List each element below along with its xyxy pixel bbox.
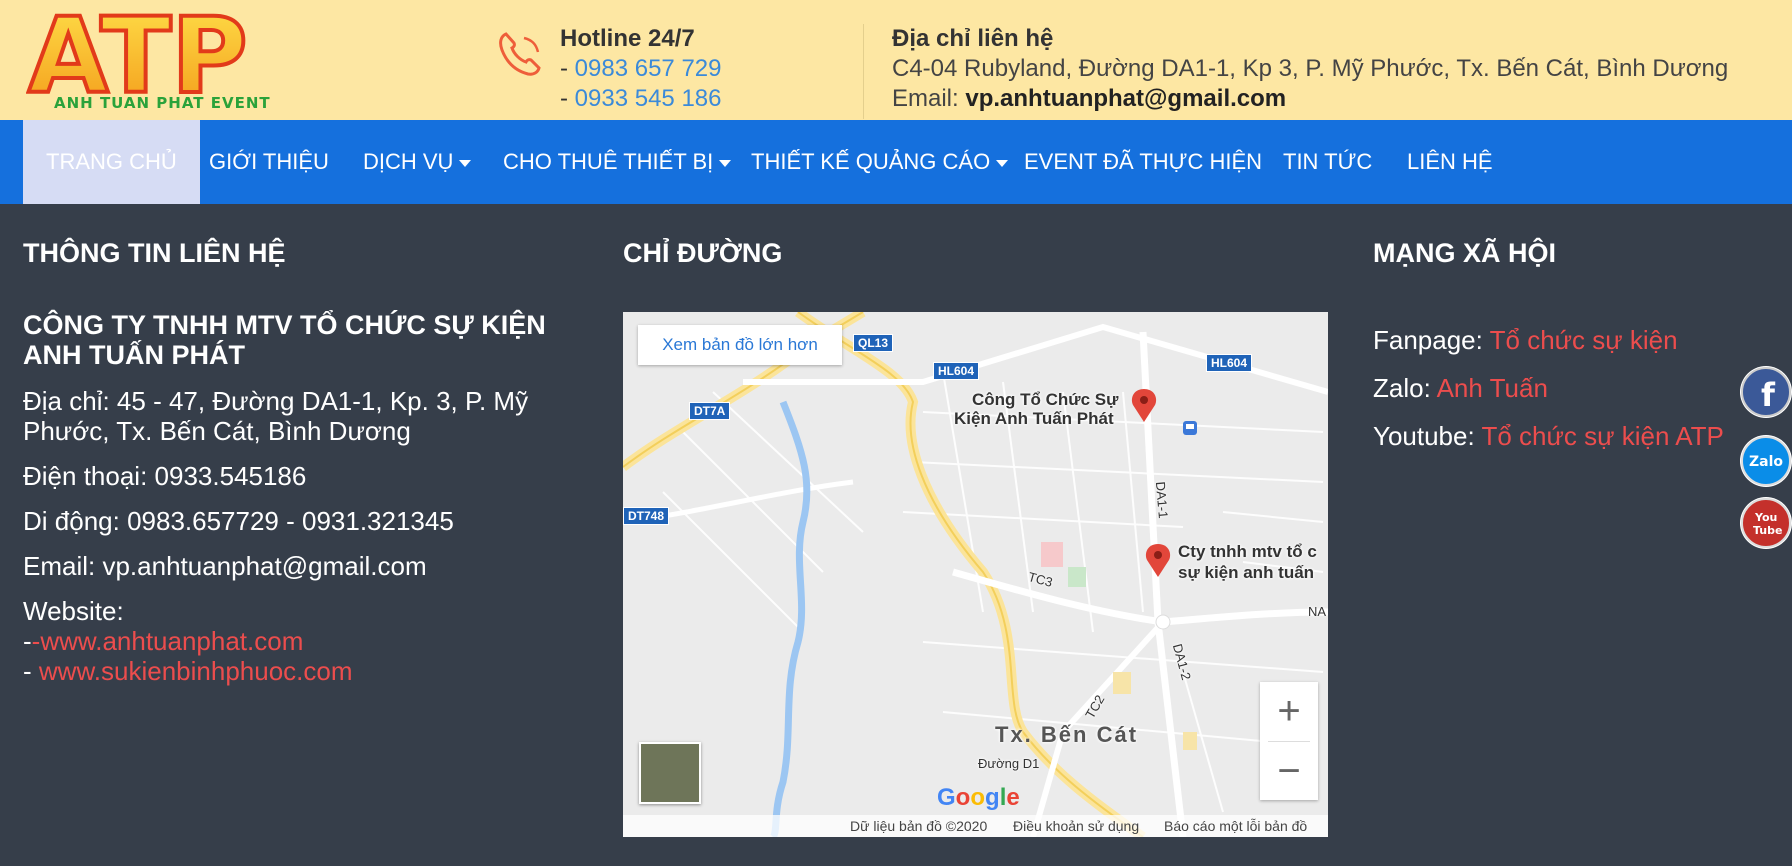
pin2-label-line2: sự kiện anh tuấn — [1178, 563, 1315, 582]
map-attribution: Dữ liệu bản đồ ©2020 Điều khoản sử dụng … — [623, 815, 1328, 837]
nav-services-label: DỊCH VỤ — [363, 149, 454, 174]
website-link-2[interactable]: www.sukienbinhphuoc.com — [39, 656, 353, 686]
website-link-1[interactable]: -www.anhtuanphat.com — [32, 626, 304, 656]
larger-map-button[interactable]: Xem bản đồ lớn hơn — [638, 325, 842, 365]
road-label-da1-1: DA1-1 — [1152, 480, 1172, 519]
top-bar: ATP ANH TUAN PHAT EVENT Hotline 24/7 - 0… — [0, 0, 1792, 120]
zalo-label: Zalo: — [1373, 373, 1437, 403]
google-o2: o — [970, 784, 986, 811]
google-o1: o — [955, 784, 971, 811]
youtube-link[interactable]: Tổ chức sự kiện ATP — [1481, 421, 1723, 451]
nav-equipment-rental[interactable]: CHO THUÊ THIẾT BỊ — [480, 120, 754, 204]
phone-icon — [496, 28, 546, 78]
header-email[interactable]: vp.anhtuanphat@gmail.com — [965, 85, 1286, 112]
road-label-d1: Đường D1 — [978, 756, 1040, 771]
google-e: e — [1006, 784, 1020, 811]
zalo-glyph: Zalo — [1749, 454, 1783, 470]
logo[interactable]: ATP ANH TUAN PHAT EVENT — [26, 0, 270, 120]
youtube-glyph-1: You — [1754, 511, 1777, 524]
google-logo: Google — [937, 784, 1020, 812]
zalo-link[interactable]: Anh Tuấn — [1437, 373, 1548, 403]
hotline-phone-1[interactable]: 0983 657 729 — [575, 55, 722, 82]
contact-phone: Điện thoại: 0933.545186 — [23, 461, 307, 491]
zoom-out-button[interactable]: − — [1260, 742, 1318, 801]
hotline-block: Hotline 24/7 - 0983 657 729 - 0933 545 1… — [560, 25, 722, 112]
nav-home-label: TRANG CHỦ — [46, 149, 177, 174]
nav-about[interactable]: GIỚI THIỆU — [186, 120, 352, 204]
header-address: C4-04 Rubyland, Đường DA1-1, Kp 3, P. Mỹ… — [892, 55, 1729, 82]
youtube-glyph-2: Tube — [1753, 524, 1782, 537]
pin1-label-line1: Công Tổ Chức Sự — [972, 390, 1119, 409]
address-block: Địa chỉ liên hệ C4-04 Rubyland, Đường DA… — [892, 24, 1728, 114]
hotline-title: Hotline 24/7 — [560, 25, 695, 52]
hotline-phone-2[interactable]: 0933 545 186 — [575, 85, 722, 112]
road-badge-ql13: QL13 — [853, 334, 894, 352]
fanpage-link[interactable]: Tổ chức sự kiện — [1490, 325, 1678, 355]
pin2-label-line1: Cty tnhh mtv tổ c — [1178, 542, 1317, 561]
town-label: Tx. Bến Cát — [995, 722, 1139, 747]
contact-email: Email: vp.anhtuanphat@gmail.com — [23, 551, 427, 581]
zalo-float-icon[interactable]: Zalo — [1740, 435, 1792, 487]
contact-mobile: Di động: 0983.657729 - 0931.321345 — [23, 506, 454, 536]
social-title: MẠNG XÃ HỘI — [1373, 238, 1557, 268]
google-g2: g — [985, 784, 1000, 811]
youtube-float-icon[interactable]: You Tube — [1740, 497, 1792, 549]
satellite-toggle[interactable] — [639, 742, 701, 804]
contact-title: THÔNG TIN LIÊN HỆ — [23, 238, 286, 268]
website1-prefix: - — [23, 626, 32, 656]
nav-contact[interactable]: LIÊN HỆ — [1384, 120, 1516, 204]
header-email-label: Email: — [892, 85, 959, 112]
nav-equipment-label: CHO THUÊ THIẾT BỊ — [503, 149, 714, 174]
facebook-float-icon[interactable]: f — [1740, 366, 1792, 418]
nav-news-label: TIN TỨC — [1283, 149, 1373, 174]
road-badge-hl604: HL604 — [933, 362, 980, 380]
nav-events-label: EVENT ĐÃ THỰC HIỆN — [1024, 149, 1263, 174]
chevron-down-icon — [459, 159, 472, 167]
main-nav: TRANG CHỦ GIỚI THIỆU DỊCH VỤ CHO THUÊ TH… — [0, 120, 1792, 204]
road-badge-hl604-2: HL604 — [1206, 354, 1253, 372]
logo-tagline: ANH TUAN PHAT EVENT — [54, 94, 271, 112]
nav-contact-label: LIÊN HỆ — [1407, 149, 1493, 174]
map-data-credit: Dữ liệu bản đồ ©2020 — [850, 818, 988, 834]
facebook-glyph: f — [1761, 376, 1776, 414]
road-badge-dt748: DT748 — [623, 507, 670, 525]
map-report-link[interactable]: Báo cáo một lỗi bản đồ — [1164, 815, 1307, 837]
nav-ad-design[interactable]: THIẾT KẾ QUẢNG CÁO — [728, 120, 1031, 204]
nav-events-done[interactable]: EVENT ĐÃ THỰC HIỆN — [1001, 120, 1285, 204]
nav-ad-design-label: THIẾT KẾ QUẢNG CÁO — [751, 149, 991, 174]
nav-news[interactable]: TIN TỨC — [1260, 120, 1395, 204]
header-divider — [863, 24, 864, 119]
contact-address: Địa chỉ: 45 - 47, Đường DA1-1, Kp. 3, P.… — [23, 386, 529, 446]
road-badge-dt7a: DT7A — [689, 402, 731, 420]
website2-prefix: - — [23, 656, 39, 686]
pin1-label-line2: Kiện Anh Tuấn Phát — [954, 409, 1114, 428]
map-title: CHỈ ĐƯỜNG — [623, 238, 783, 268]
contact-info: CÔNG TY TNHH MTV TỔ CHỨC SỰ KIỆN ANH TUẤ… — [23, 310, 583, 686]
address-title: Địa chỉ liên hệ — [892, 25, 1054, 52]
map-zoom-control: + − — [1260, 682, 1318, 800]
google-g: G — [937, 784, 956, 811]
map-terms-link[interactable]: Điều khoản sử dụng — [1013, 815, 1139, 837]
fanpage-label: Fanpage: — [1373, 325, 1490, 355]
road-label-na: NA — [1308, 604, 1327, 619]
nav-services[interactable]: DỊCH VỤ — [340, 120, 494, 204]
website-label: Website: — [23, 596, 124, 626]
nav-about-label: GIỚI THIỆU — [209, 149, 329, 174]
social-links: Fanpage: Tổ chức sự kiện Zalo: Anh Tuấn … — [1373, 316, 1724, 460]
youtube-label: Youtube: — [1373, 421, 1482, 451]
zoom-in-button[interactable]: + — [1260, 682, 1318, 741]
company-name: CÔNG TY TNHH MTV TỔ CHỨC SỰ KIỆN ANH TUẤ… — [23, 310, 546, 370]
embedded-map[interactable]: Xem bản đồ lớn hơn QL13 HL604 HL604 DT7A… — [623, 312, 1328, 837]
nav-home[interactable]: TRANG CHỦ — [23, 120, 200, 204]
